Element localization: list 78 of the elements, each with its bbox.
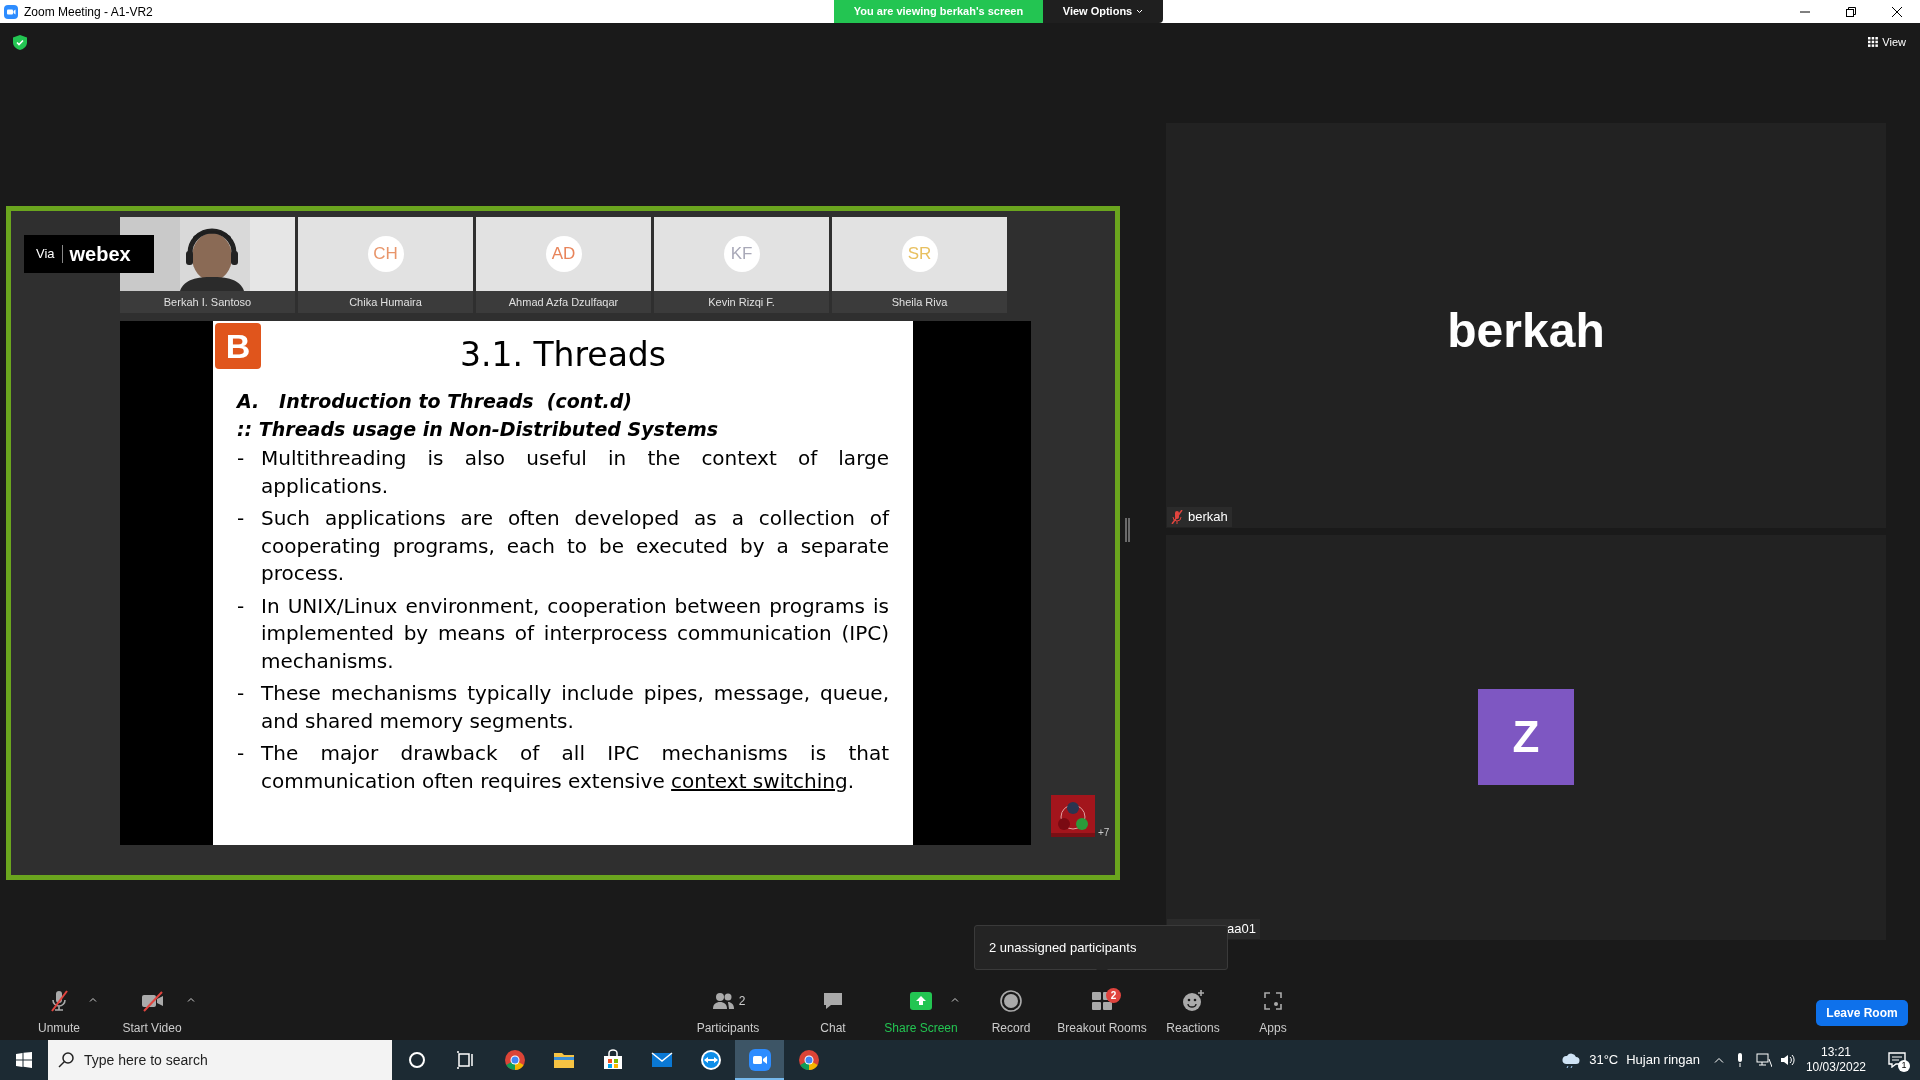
participant-name: Ahmad Azfa Dzulfaqar — [476, 291, 651, 313]
participant-count: 2 — [738, 993, 746, 1010]
webex-logo: webex — [69, 242, 131, 267]
bullet-text: The major drawback of all IPC mechanisms is that communication often requires extensive context switching. — [261, 740, 889, 795]
restore-icon — [1846, 6, 1856, 17]
close-icon — [1892, 6, 1902, 17]
reactions-icon — [1181, 989, 1205, 1013]
tooltip-text: 2 unassigned participants — [989, 938, 1137, 957]
windows-logo-icon — [16, 1052, 32, 1068]
search-field[interactable]: Type here to search — [48, 1040, 392, 1080]
caret-icon — [187, 996, 195, 1002]
participant-avatar: Z — [1478, 689, 1574, 785]
zoom-icon — [747, 1048, 772, 1072]
network-icon[interactable] — [1755, 1053, 1772, 1067]
weather-condition: Hujan ringan — [1626, 1051, 1700, 1070]
toolbar-button[interactable]: Start Video — [102, 988, 202, 1037]
notifications-button[interactable]: 1 — [1882, 1040, 1912, 1080]
toolbar-button[interactable]: Chat — [788, 988, 878, 1037]
apps-icon — [1261, 989, 1285, 1013]
zoom-logo-icon — [4, 4, 18, 19]
participant-name-label: aa01 — [1227, 920, 1256, 939]
participant-name: Kevin Rizqi F. — [654, 291, 829, 313]
clock-date: 10/03/2022 — [1805, 1060, 1866, 1075]
bullet-text: These mechanisms typically include pipes, message, queue, and shared memory segments. — [261, 680, 889, 735]
participant-name: Berkah I. Santoso — [120, 291, 295, 313]
caret-icon — [89, 996, 97, 1002]
leave-room-button[interactable]: Leave Room — [1816, 1000, 1908, 1026]
slide-logo: B — [215, 323, 261, 369]
slide-subheading: :: Threads usage in Non-Distributed Systems — [237, 417, 719, 442]
toolbar-button[interactable]: 2 Participants — [683, 988, 773, 1037]
avatar-initials: CH — [367, 236, 404, 272]
taskbar-app-button[interactable] — [735, 1040, 784, 1080]
window-title: Zoom Meeting - A1-VR2 — [24, 3, 153, 21]
slide-section-heading: A. Introduction to Threads (cont.d) — [237, 389, 633, 414]
bullet-marker: - — [237, 592, 246, 620]
video-off-icon — [140, 989, 164, 1013]
grid-icon — [1868, 37, 1879, 48]
participant-name: Sheila Riva — [832, 291, 1007, 313]
participant-name: Chika Humaira — [298, 291, 473, 313]
view-button[interactable]: View — [1868, 34, 1906, 51]
muted-mic-icon — [1171, 510, 1183, 524]
resize-handle-icon[interactable] — [1125, 518, 1130, 542]
record-icon — [999, 989, 1023, 1013]
view-options-button[interactable]: View Options — [1043, 0, 1163, 23]
chrome-icon — [796, 1048, 821, 1072]
avatar-initials: AD — [545, 236, 582, 272]
temperature: 31°C — [1589, 1051, 1619, 1070]
bullet-text: Such applications are often developed as a collection of cooperating programs, each to be executed by a separate process. — [261, 505, 889, 587]
bullet-marker: - — [237, 740, 246, 767]
chevron-up-icon[interactable] — [1713, 1057, 1724, 1063]
participant-name-label: berkah — [1188, 508, 1228, 527]
caret-icon — [1136, 9, 1144, 14]
share-banner: You are viewing berkah's screen — [834, 0, 1043, 23]
notification-icon — [1888, 1052, 1906, 1068]
share-screen-icon — [909, 989, 933, 1013]
bullet-marker: - — [237, 505, 246, 532]
microphone-icon[interactable] — [1735, 1053, 1744, 1067]
toolbar-button[interactable]: Unmute — [14, 988, 104, 1037]
via-label: Via — [36, 245, 55, 264]
bullet-text: Multithreading is also useful in the context of large applications. — [261, 445, 889, 500]
encryption-shield-icon — [13, 35, 27, 50]
participant-display-name: berkah — [1446, 303, 1606, 359]
teamviewer-icon — [698, 1048, 723, 1072]
clock-time: 13:21 — [1820, 1045, 1851, 1060]
bullet-marker: - — [237, 680, 246, 707]
cloud-rain-icon — [1561, 1052, 1582, 1068]
caret-icon — [951, 996, 959, 1002]
bullet-marker: - — [237, 445, 246, 472]
notification-badge: 2 — [1106, 988, 1121, 1003]
avatar-initials: SR — [901, 236, 938, 272]
more-count: +7 — [1098, 826, 1110, 840]
volume-icon[interactable] — [1779, 1053, 1796, 1067]
share-screen-button[interactable]: Share Screen — [876, 988, 966, 1037]
avatar-initials: KF — [723, 236, 760, 272]
bullet-text: In UNIX/Linux environment, cooperation between programs is implemented by means of interprocess communication (IPC) mechanisms. — [261, 592, 889, 675]
chrome-icon — [502, 1048, 527, 1072]
slide-title: 3.1. Threads — [459, 335, 666, 375]
search-icon — [58, 1052, 74, 1068]
